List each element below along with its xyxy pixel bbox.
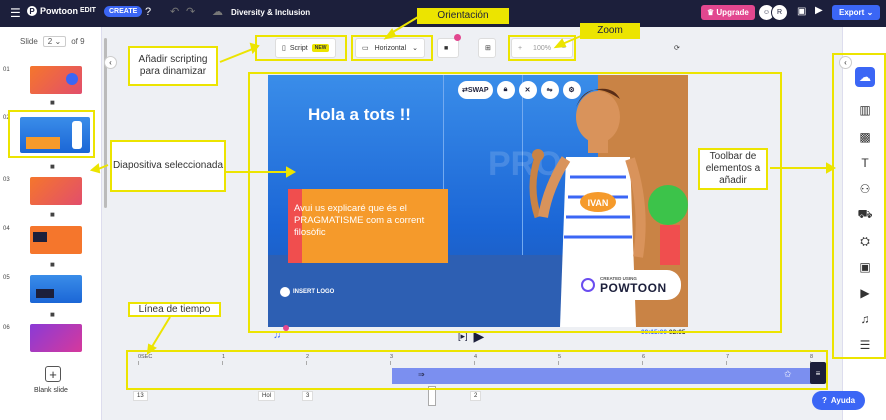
export-label: Export: [839, 8, 865, 17]
highlight-orientation: [351, 35, 433, 61]
help-label: Ayuda: [830, 396, 856, 405]
slide-select[interactable]: 2 ⌄: [42, 36, 67, 47]
slides-panel: Slide 2 ⌄ of 9 01 ■ 02 ■ 03 ■ 04 ■ 05 ■ …: [0, 27, 102, 420]
collaborator-avatar: R: [771, 4, 788, 21]
timeline-chip[interactable]: 13: [133, 391, 148, 401]
slide-number: 04: [3, 226, 10, 232]
annotation-diapositiva: Diapositiva seleccionada: [110, 140, 226, 192]
slide-thumbnail-5[interactable]: [30, 275, 82, 303]
slide-number: 05: [3, 275, 10, 281]
highlight-canvas: [248, 72, 782, 333]
annotation-scripting: Añadir scripting para dinamizar: [128, 46, 218, 86]
undo-icon[interactable]: ↶: [170, 5, 179, 18]
highlight-zoom: [508, 35, 576, 61]
upgrade-label: Upgrade: [716, 8, 749, 17]
help-button[interactable]: ? Ayuda: [812, 391, 866, 410]
timeline-chip[interactable]: 2: [470, 391, 482, 401]
annotation-toolbar: Toolbar de elementos a añadir: [698, 148, 768, 190]
annotation-linea: Línea de tiempo: [128, 302, 221, 317]
timeline-chip[interactable]: 3: [302, 391, 314, 401]
camera-record-button[interactable]: ■: [437, 34, 461, 58]
highlight-toolbar: [832, 53, 886, 359]
camera-icon[interactable]: ■: [50, 260, 55, 269]
camera-icon[interactable]: ■: [50, 162, 55, 171]
edit-mode-button[interactable]: EDIT: [80, 7, 96, 14]
help-circle-icon: ?: [822, 396, 827, 405]
help-icon[interactable]: ?: [145, 6, 151, 18]
annotation-orientacion: Orientación: [417, 8, 509, 24]
create-mode-button[interactable]: CREATE: [104, 6, 143, 17]
slide-thumbnail-4[interactable]: [30, 226, 82, 254]
slide-number: 03: [3, 177, 10, 183]
export-button[interactable]: Export ⌄: [832, 5, 881, 20]
record-badge: [454, 34, 461, 41]
highlight-script: [255, 35, 347, 61]
timeline-chip[interactable]: Hol: [258, 391, 276, 401]
slide-total: of 9: [71, 37, 85, 46]
cloud-save-icon: ☁: [212, 6, 223, 18]
app-logo[interactable]: P Powtoon: [27, 6, 78, 16]
slide-label: Slide: [20, 37, 38, 46]
add-slide-button[interactable]: +: [45, 366, 61, 382]
preview-play-icon[interactable]: ▶: [815, 5, 823, 16]
highlight-timeline: [126, 350, 828, 390]
slide-navigator: Slide 2 ⌄ of 9: [20, 36, 85, 47]
slide-thumbnail-2[interactable]: [20, 117, 90, 153]
presentation-title[interactable]: Diversity & Inclusion: [231, 8, 310, 17]
slide-thumbnail-3[interactable]: [30, 177, 82, 205]
slide-number: 06: [3, 325, 10, 331]
annotation-zoom: Zoom: [580, 23, 640, 39]
slide-number: 01: [3, 67, 10, 73]
hamburger-menu-icon[interactable]: ☰: [10, 6, 21, 20]
grid-toggle-button[interactable]: ⊞: [478, 38, 496, 58]
powtoon-logo-icon: P: [27, 6, 37, 16]
slide-current: 2: [47, 37, 53, 46]
video-camera-icon: ■: [444, 44, 449, 52]
slide-thumbnail-1[interactable]: [30, 66, 82, 94]
redo-icon[interactable]: ↷: [186, 5, 195, 18]
collapse-left-panel-icon[interactable]: ‹: [104, 56, 117, 69]
upgrade-button[interactable]: ♛ Upgrade: [701, 5, 755, 20]
share-screen-icon[interactable]: ▣: [797, 6, 806, 17]
app-name: Powtoon: [40, 6, 78, 16]
camera-icon[interactable]: ■: [50, 98, 55, 107]
grid-icon: ⊞: [485, 45, 491, 52]
blank-slide-label: Blank slide: [34, 387, 68, 394]
rotate-icon[interactable]: ⟳: [668, 38, 688, 58]
camera-icon[interactable]: ■: [50, 210, 55, 219]
collaborators[interactable]: ☺ R: [758, 4, 788, 21]
slide-thumbnail-6[interactable]: [30, 324, 82, 352]
camera-icon[interactable]: ■: [50, 310, 55, 319]
